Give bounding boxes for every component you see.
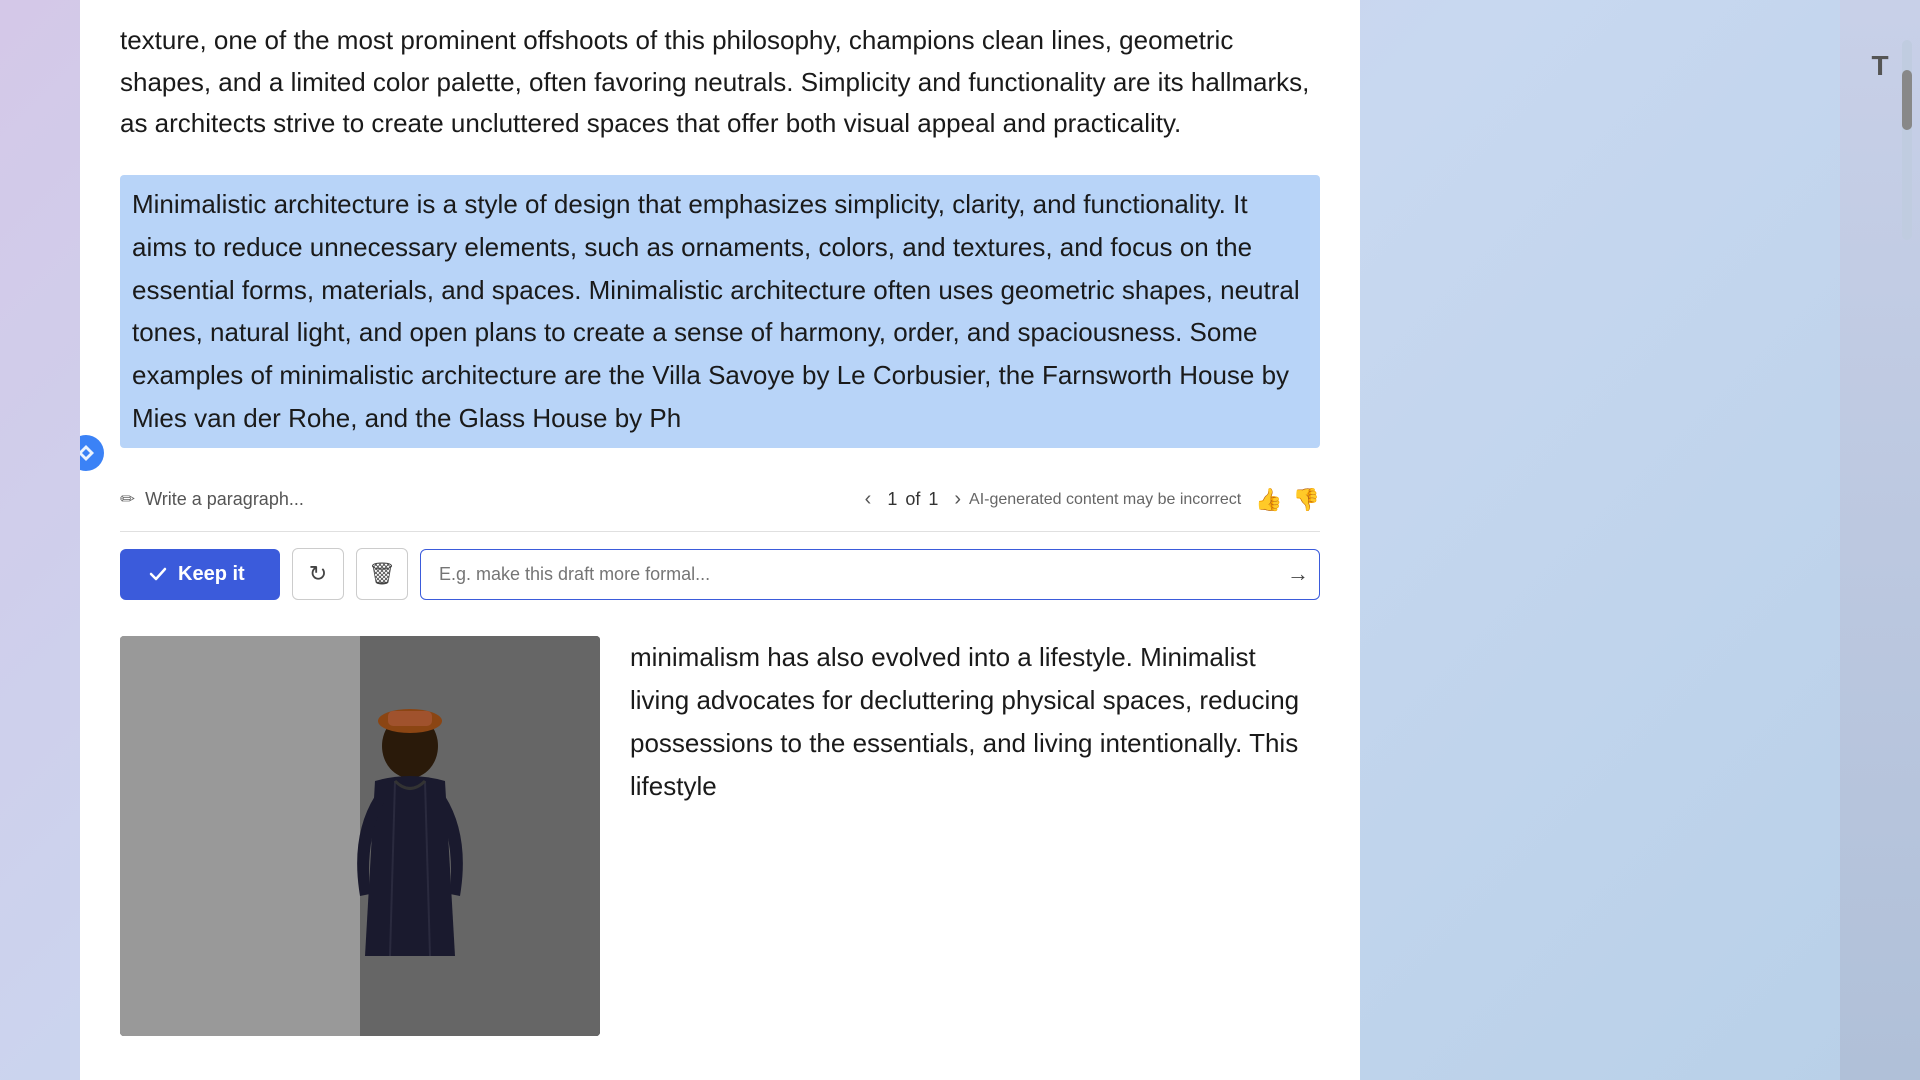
right-panel-letter: T [1871,50,1888,82]
ai-icon [80,435,104,471]
intro-paragraph: texture, one of the most prominent offsh… [120,10,1320,145]
pencil-icon: ✏ [120,489,135,510]
regenerate-icon: ↻ [309,561,327,587]
ai-notice-area: AI-generated content may be incorrect 👍 … [969,487,1320,513]
write-paragraph-label: Write a paragraph... [145,489,304,510]
main-content-panel: texture, one of the most prominent offsh… [80,0,1360,1080]
send-icon: → [1287,561,1309,587]
write-paragraph-area[interactable]: ✏ Write a paragraph... [120,489,857,510]
ai-notice-text: AI-generated content may be incorrect [969,491,1241,509]
action-bar: Keep it ↻ 🗑 → [120,532,1320,616]
prev-page-button[interactable]: ‹ [857,484,880,515]
delete-icon: 🗑 [368,561,396,587]
thumbs-down-button[interactable]: 👎 [1293,487,1320,513]
scrollbar-track[interactable] [1902,40,1912,240]
scrollbar-thumb[interactable] [1902,70,1912,130]
lower-content: minimalism has also evolved into a lifes… [120,636,1320,1036]
regenerate-button[interactable]: ↻ [292,548,344,600]
prompt-input[interactable] [421,550,1319,599]
checkmark-icon [148,564,168,584]
current-page: 1 [887,489,897,510]
of-label: of [905,489,920,510]
total-pages: 1 [928,489,938,510]
highlighted-paragraph: Minimalistic architecture is a style of … [120,175,1320,448]
right-panel: T [1840,0,1920,1080]
content-area: texture, one of the most prominent offsh… [80,0,1360,1036]
pagination-controls: ‹ 1 of 1 › [857,484,969,515]
intro-text-content: texture, one of the most prominent offsh… [120,25,1309,138]
thumbs-up-button[interactable]: 👍 [1255,487,1282,513]
lower-text: minimalism has also evolved into a lifes… [630,642,1299,801]
lower-text-content: minimalism has also evolved into a lifes… [630,636,1320,808]
prompt-input-wrapper: → [420,549,1320,600]
architecture-image [120,636,600,1036]
keep-button-label: Keep it [178,563,245,586]
pagination-bar: ✏ Write a paragraph... ‹ 1 of 1 › AI-gen… [120,472,1320,532]
next-page-button[interactable]: › [946,484,969,515]
feedback-icons: 👍 👎 [1255,487,1320,513]
keep-it-button[interactable]: Keep it [120,549,280,600]
highlighted-text: Minimalistic architecture is a style of … [132,189,1300,433]
delete-button[interactable]: 🗑 [356,548,408,600]
send-button[interactable]: → [1287,561,1309,587]
highlighted-section: Minimalistic architecture is a style of … [120,175,1320,616]
person-image-svg [120,636,600,1036]
